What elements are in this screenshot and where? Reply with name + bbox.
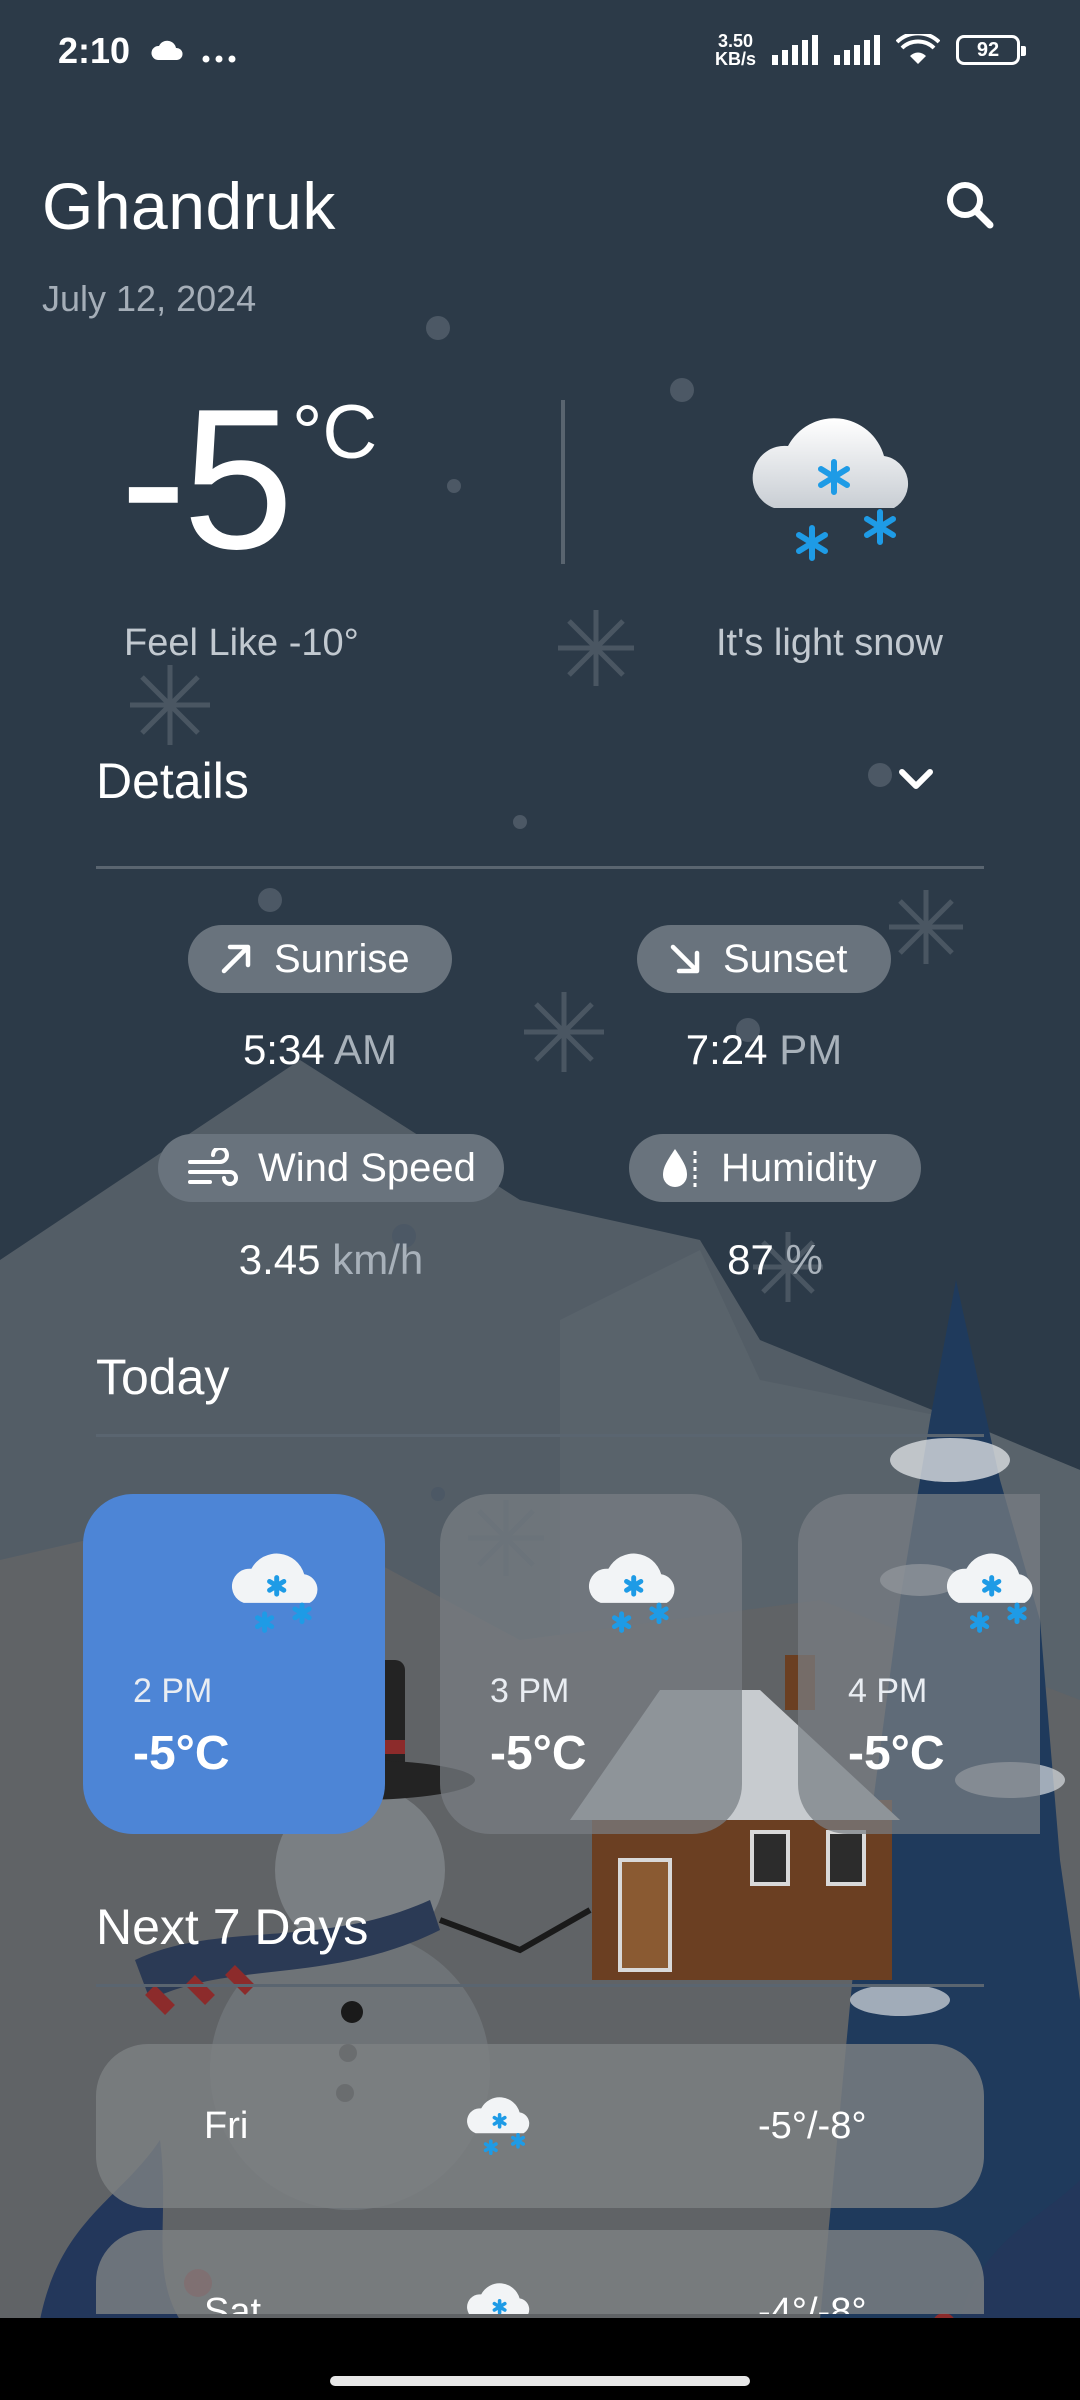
search-icon	[947, 182, 994, 229]
wind-speed-chip: Wind Speed	[158, 1134, 504, 1202]
sunset-label: Sunset	[723, 936, 848, 981]
humidity-value: 87 %	[727, 1236, 823, 1283]
hour-time: 2 PM	[133, 1672, 213, 1710]
current-date: July 12, 2024	[42, 278, 257, 319]
daily-forecast: Fri -5°/-8° Sat -4°/-8°	[0, 2044, 1080, 2314]
hour-time: 4 PM	[848, 1672, 928, 1710]
navigation-bar	[0, 2318, 1080, 2400]
wind-speed-value: 3.45 km/h	[238, 1236, 424, 1283]
details-toggle-button[interactable]	[880, 752, 952, 812]
wind-speed-label: Wind Speed	[258, 1145, 476, 1190]
search-button[interactable]	[935, 170, 1007, 242]
details-divider	[96, 866, 984, 869]
day-name: Sat	[204, 2290, 262, 2315]
day-temp-range: -4°/-8°	[758, 2290, 867, 2315]
day-row[interactable]: Fri -5°/-8°	[96, 2044, 984, 2208]
next-7-days-title: Next 7 Days	[96, 1899, 369, 1955]
next-7-days-divider	[96, 1984, 984, 1987]
chevron-down-icon	[899, 769, 933, 789]
arrow-down-right-icon	[670, 944, 700, 974]
signal-icon	[834, 35, 880, 65]
arrow-up-right-icon	[221, 944, 251, 974]
snow-cloud-icon	[740, 390, 940, 590]
condition-text: It's light snow	[716, 622, 943, 664]
snow-cloud-icon	[582, 1538, 692, 1648]
day-temp-range: -5°/-8°	[758, 2104, 867, 2147]
current-temperature: -5	[120, 368, 294, 591]
snow-cloud-icon	[462, 2086, 542, 2166]
hour-card[interactable]: 4 PM -5°C	[798, 1494, 1040, 1834]
sunset-value: 7:24 PM	[685, 1026, 843, 1073]
today-divider	[96, 1434, 984, 1437]
snow-cloud-icon	[462, 2272, 542, 2314]
wind-icon	[188, 1148, 238, 1186]
hour-card[interactable]: 2 PM -5°C	[83, 1494, 385, 1834]
humidity-drop-icon	[663, 1149, 697, 1187]
net-speed: 3.50 KB/s	[714, 31, 756, 69]
humidity-label: Humidity	[721, 1145, 877, 1190]
today-title: Today	[96, 1349, 230, 1405]
wifi-icon	[896, 34, 940, 64]
hour-time: 3 PM	[490, 1672, 570, 1710]
more-dots-icon	[202, 50, 236, 68]
signal-icon	[772, 35, 818, 65]
sunrise-value: 5:34 AM	[242, 1026, 398, 1073]
cloud-icon	[150, 38, 186, 67]
day-name: Fri	[204, 2104, 249, 2147]
status-icons: 3.50 KB/s 92	[714, 31, 1026, 69]
snow-cloud-icon	[225, 1538, 335, 1648]
battery-icon: 92	[956, 35, 1026, 65]
hour-temp: -5°C	[133, 1727, 230, 1780]
hourly-forecast: 2 PM -5°C 3 PM -5°C 4 PM -5°C	[0, 1494, 1040, 1834]
feels-like: Feel Like -10°	[124, 622, 359, 664]
temperature-unit: °C	[292, 390, 378, 475]
humidity-chip: Humidity	[629, 1134, 921, 1202]
hour-temp: -5°C	[490, 1727, 587, 1780]
snow-cloud-icon	[940, 1538, 1040, 1648]
hour-temp: -5°C	[848, 1727, 945, 1780]
details-title: Details	[96, 753, 249, 809]
sunset-chip: Sunset	[637, 925, 891, 993]
city-name: Ghandruk	[42, 169, 336, 243]
sunrise-label: Sunrise	[274, 936, 410, 981]
home-indicator[interactable]	[330, 2376, 750, 2386]
status-time: 2:10	[58, 30, 131, 71]
winter-scene-background	[0, 316, 1080, 2337]
day-row[interactable]: Sat -4°/-8°	[96, 2230, 984, 2314]
hour-card[interactable]: 3 PM -5°C	[440, 1494, 742, 1834]
sunrise-chip: Sunrise	[188, 925, 452, 993]
vertical-divider	[561, 400, 565, 564]
